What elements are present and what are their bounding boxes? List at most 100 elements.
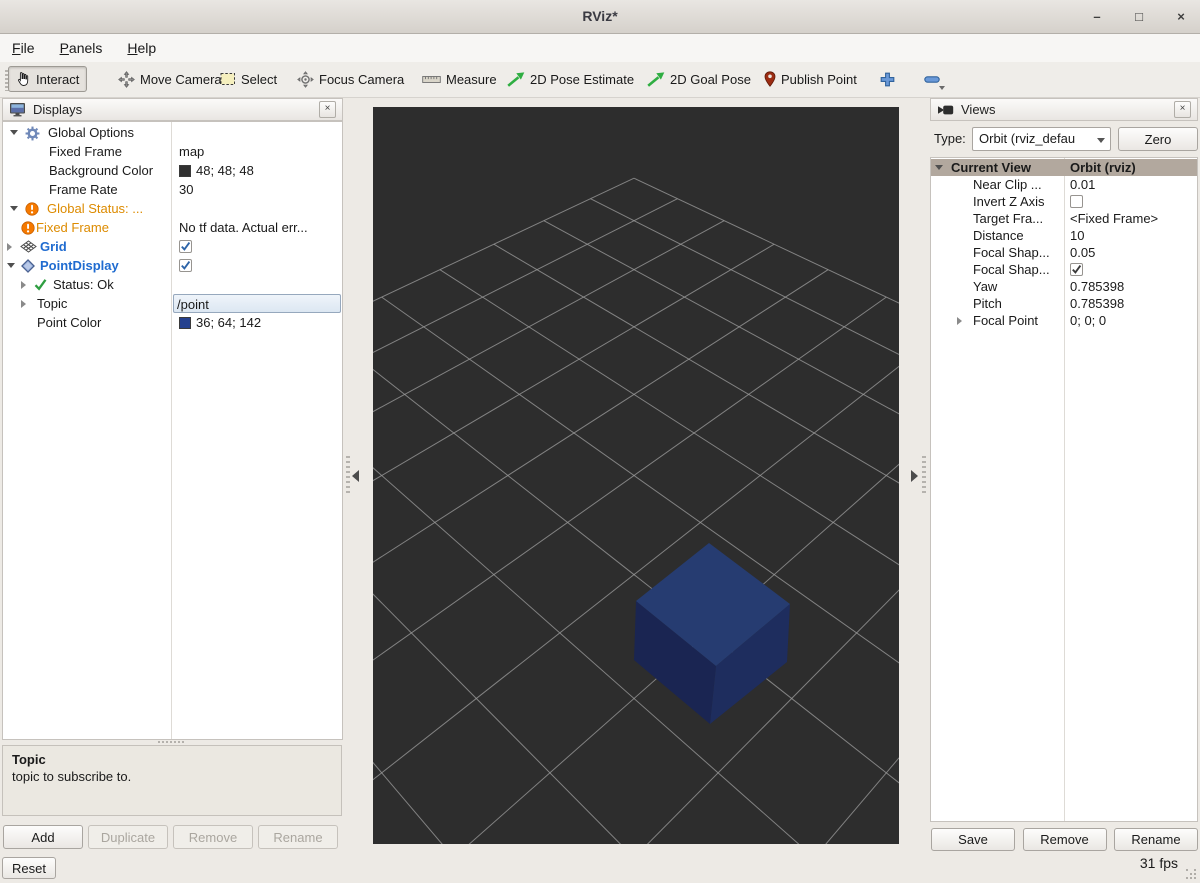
tree-label-focal-shape-fixed: Focal Shap... [973,261,1050,278]
tree-value-near-clip[interactable]: 0.01 [1066,176,1196,193]
tree-row-pointdisplay[interactable]: PointDisplay [3,256,342,275]
tree-row-frame-rate[interactable]: Frame Rate30 [3,180,342,199]
menu-item-panels[interactable]: Panels [60,40,103,56]
color-swatch-background-color[interactable] [179,165,191,177]
views-rename-button[interactable]: Rename [1114,828,1198,851]
tree-row-point-color[interactable]: Point Color36; 64; 142 [3,313,342,332]
tree-row-yaw[interactable]: Yaw0.785398 [931,278,1197,295]
displays-add-button[interactable]: Add [3,825,83,849]
tool-2d-pose-estimate[interactable]: 2D Pose Estimate [499,66,642,92]
displays-duplicate-button[interactable]: Duplicate [88,825,168,849]
view-type-dropdown[interactable]: Orbit (rviz_defau [972,127,1111,151]
close-button[interactable]: × [1172,8,1190,26]
expand-arrow-icon[interactable] [21,300,26,308]
tree-value-current-view[interactable]: Orbit (rviz) [1066,159,1196,176]
checkbox-focal-shape-fixed[interactable] [1070,263,1083,276]
tree-label-current-view: Current View [951,159,1031,176]
resize-grip[interactable] [1186,869,1188,871]
tree-row-global-options[interactable]: Global Options [3,123,342,142]
tree-value-point-color[interactable]: 36; 64; 142 [175,313,341,332]
checkbox-invert-z-axis[interactable] [1070,195,1083,208]
color-swatch-point-color[interactable] [179,317,191,329]
window-controls: – □ × [1088,0,1190,33]
collapse-left-panel-icon[interactable] [352,470,359,482]
displays-panel-header[interactable]: Displays × [2,98,343,121]
add-tool-button[interactable] [872,66,903,92]
tree-row-topic[interactable]: Topic/point [3,294,342,313]
collapse-arrow-icon[interactable] [10,206,18,211]
tree-value-fixed-frame-status[interactable]: No tf data. Actual err... [175,218,341,237]
menu-item-help[interactable]: Help [127,40,156,56]
tree-value-focal-shape-size[interactable]: 0.05 [1066,244,1196,261]
displays-rename-button[interactable]: Rename [258,825,338,849]
tree-label-pointdisplay: PointDisplay [40,256,119,275]
tool-interact[interactable]: Interact [8,66,87,92]
expand-arrow-icon[interactable] [7,243,12,251]
tree-row-near-clip[interactable]: Near Clip ...0.01 [931,176,1197,193]
view-type-label: Type: [934,131,966,146]
tree-row-focal-shape-fixed[interactable]: Focal Shap... [931,261,1197,278]
checkbox-grid[interactable] [179,240,192,253]
tree-value-pitch[interactable]: 0.785398 [1066,295,1196,312]
tree-row-global-status[interactable]: Global Status: ... [3,199,342,218]
titlebar[interactable]: RViz* –□× [0,0,1200,34]
tool-publish-point[interactable]: Publish Point [756,66,865,92]
expand-arrow-icon[interactable] [957,317,962,325]
reset-button[interactable]: Reset [2,857,56,879]
tree-value-focal-point[interactable]: 0; 0; 0 [1066,312,1196,329]
maximize-button[interactable]: □ [1130,8,1148,26]
tree-row-grid[interactable]: Grid [3,237,342,256]
tree-label-pitch: Pitch [973,295,1002,312]
scene-canvas [373,107,899,844]
tree-value-fixed-frame[interactable]: map [175,142,341,161]
views-save-button[interactable]: Save [931,828,1015,851]
tree-value-topic[interactable]: /point [173,294,341,313]
collapse-arrow-icon[interactable] [10,130,18,135]
right-splitter[interactable] [922,456,926,496]
tool-2d-goal-pose[interactable]: 2D Goal Pose [639,66,759,92]
tree-value-distance[interactable]: 10 [1066,227,1196,244]
tree-value-background-color[interactable]: 48; 48; 48 [175,161,341,180]
menu-item-file[interactable]: File [12,40,35,56]
tool-focus-camera[interactable]: Focus Camera [289,66,412,92]
tree-value-frame-rate[interactable]: 30 [175,180,341,199]
checkbox-pointdisplay[interactable] [179,259,192,272]
collapse-arrow-icon[interactable] [7,263,15,268]
tree-row-status-ok[interactable]: Status: Ok [3,275,342,294]
tree-row-background-color[interactable]: Background Color48; 48; 48 [3,161,342,180]
views-panel-header[interactable]: Views × [930,98,1198,121]
toolbar: InteractMove CameraSelectFocus CameraMea… [0,62,1200,98]
tool-measure[interactable]: Measure [414,66,505,92]
zero-button[interactable]: Zero [1118,127,1198,151]
tree-row-focal-shape-size[interactable]: Focal Shap...0.05 [931,244,1197,261]
tree-row-focal-point[interactable]: Focal Point 0; 0; 0 [931,312,1197,329]
remove-tool-button[interactable] [916,66,948,92]
displays-close-icon[interactable]: × [319,101,336,118]
tree-row-current-view[interactable]: Current View Orbit (rviz) [931,159,1197,176]
tool-label: 2D Pose Estimate [530,72,634,87]
property-description: Topic topic to subscribe to. [2,745,342,816]
tree-value-target-frame[interactable]: <Fixed Frame> [1066,210,1196,227]
displays-splitter-handle[interactable] [158,741,160,743]
views-close-icon[interactable]: × [1174,101,1191,118]
warning-icon [21,221,35,235]
collapse-right-panel-icon[interactable] [911,470,918,482]
minimize-button[interactable]: – [1088,8,1106,26]
tree-value-yaw[interactable]: 0.785398 [1066,278,1196,295]
views-remove-button[interactable]: Remove [1023,828,1107,851]
tree-label-focal-point: Focal Point [973,312,1038,329]
tree-label-topic: Topic [37,294,67,313]
left-splitter[interactable] [346,456,350,496]
expand-arrow-icon[interactable] [21,281,26,289]
displays-remove-button[interactable]: Remove [173,825,253,849]
tree-row-invert-z-axis[interactable]: Invert Z Axis [931,193,1197,210]
collapse-arrow-icon[interactable] [935,165,943,170]
tree-row-distance[interactable]: Distance10 [931,227,1197,244]
tree-row-fixed-frame-status[interactable]: Fixed FrameNo tf data. Actual err... [3,218,342,237]
tree-row-fixed-frame[interactable]: Fixed Framemap [3,142,342,161]
tree-row-target-frame[interactable]: Target Fra...<Fixed Frame> [931,210,1197,227]
tree-row-pitch[interactable]: Pitch 0.785398 [931,295,1197,312]
focus-camera-icon [297,71,314,88]
render-viewport-3d[interactable] [373,107,899,844]
tool-select[interactable]: Select [212,66,285,92]
